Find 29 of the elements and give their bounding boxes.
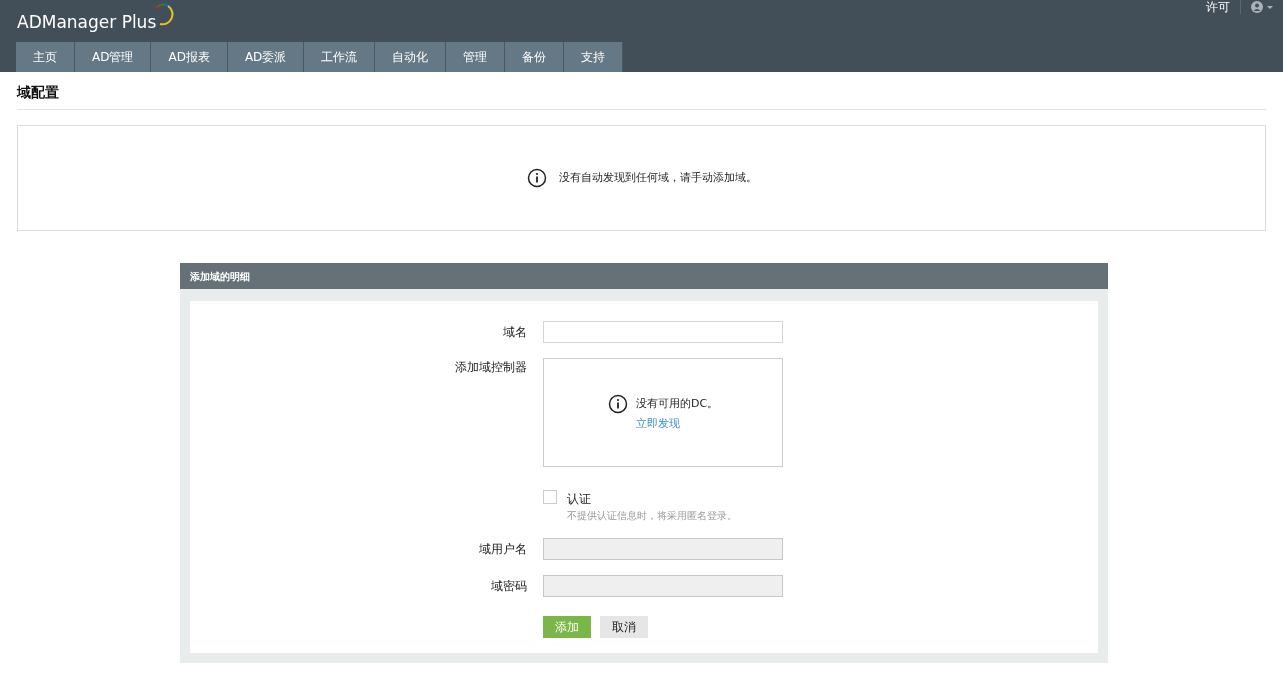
- nav-tab[interactable]: 自动化: [375, 42, 447, 72]
- field-label: 域用户名: [479, 541, 527, 558]
- nav-tab[interactable]: 管理: [446, 42, 506, 72]
- nav-tab[interactable]: 支持: [564, 42, 624, 72]
- info-icon: [526, 168, 547, 188]
- nav-tab[interactable]: 工作流: [304, 42, 376, 72]
- dc-message: 没有可用的DC。: [635, 396, 719, 412]
- page-title: 域配置: [17, 83, 60, 102]
- info-icon: [607, 394, 628, 414]
- auth-hint: 不提供认证信息时，将采用匿名登录。: [567, 509, 737, 523]
- input-field[interactable]: [543, 321, 783, 343]
- logo-text: ADManager Plus: [17, 11, 157, 34]
- logo-arcs-icon: [154, 2, 175, 26]
- nav-tab[interactable]: AD委派: [227, 42, 305, 72]
- cancel-button[interactable]: 取消: [600, 616, 648, 638]
- auth-checkbox[interactable]: [543, 490, 557, 504]
- field-label: 域名: [503, 324, 527, 341]
- discover-link[interactable]: 立即发现: [635, 415, 719, 432]
- notice-text: 没有自动发现到任何域，请手动添加域。: [558, 169, 757, 186]
- field-label: 添加域控制器: [455, 359, 527, 376]
- form-title: 添加域的明细: [190, 269, 250, 284]
- nav-tab[interactable]: 主页: [16, 42, 75, 72]
- field-label: 域密码: [491, 578, 527, 595]
- nav-tab[interactable]: AD报表: [151, 42, 228, 72]
- nav-tab[interactable]: 备份: [505, 42, 565, 72]
- auth-label: 认证: [567, 491, 592, 508]
- nav-tab[interactable]: AD管理: [75, 42, 152, 72]
- add-button[interactable]: 添加: [543, 616, 591, 638]
- license-link[interactable]: 许可: [1206, 0, 1230, 16]
